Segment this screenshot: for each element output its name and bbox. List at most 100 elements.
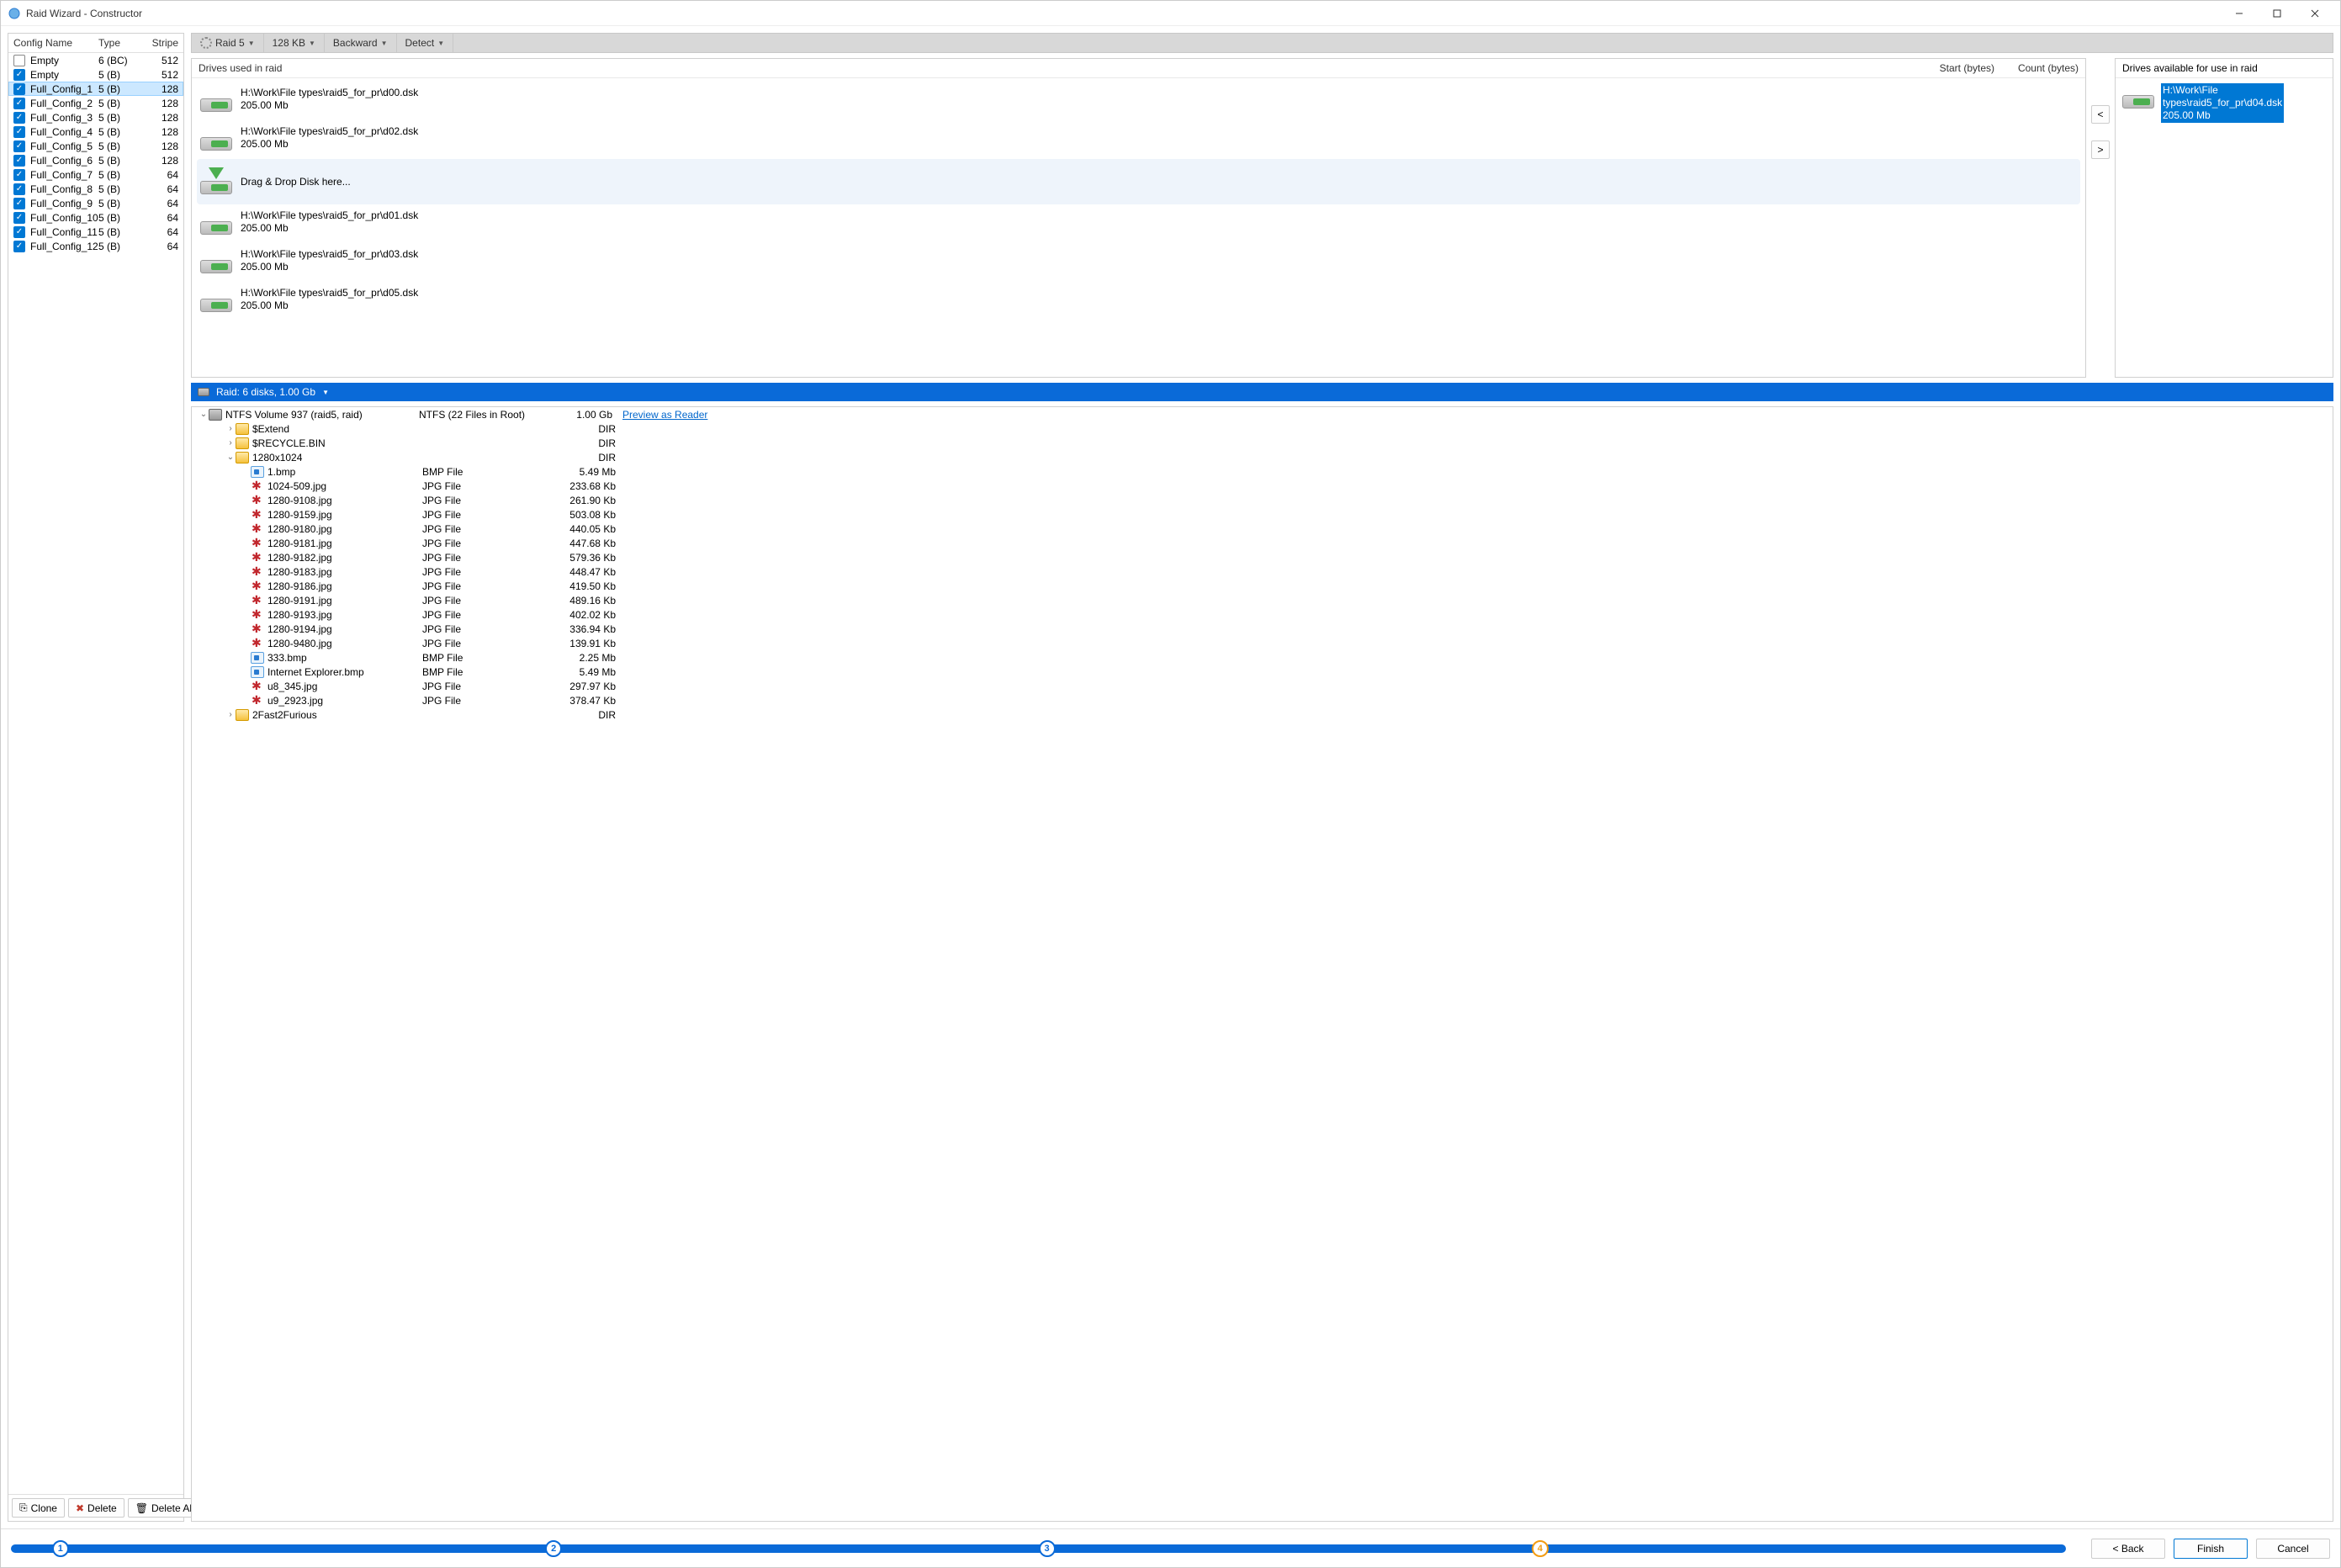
drive-item[interactable]: H:\Work\File types\raid5_for_pr\d00.dsk2… (197, 82, 2080, 120)
step-1-marker[interactable]: 1 (52, 1540, 69, 1557)
config-row[interactable]: Full_Config_12 5 (B) 64 (8, 239, 183, 253)
config-row[interactable]: Full_Config_11 5 (B) 64 (8, 225, 183, 239)
close-button[interactable] (2296, 1, 2333, 26)
expander-icon[interactable]: ⌄ (199, 410, 209, 419)
file-tree-row[interactable]: 1280-9159.jpg JPG File 503.08 Kb (192, 507, 2333, 522)
file-tree-row[interactable]: 1280-9180.jpg JPG File 440.05 Kb (192, 522, 2333, 536)
file-tree-row[interactable]: Internet Explorer.bmp BMP File 5.49 Mb (192, 665, 2333, 679)
file-tree-row[interactable]: 1280-9186.jpg JPG File 419.50 Kb (192, 579, 2333, 593)
volume-root-row[interactable]: ⌄ NTFS Volume 937 (raid5, raid) NTFS (22… (192, 407, 2333, 421)
clone-button[interactable]: ⎘Clone (12, 1498, 65, 1518)
config-row[interactable]: Full_Config_1 5 (B) 128 (8, 82, 183, 96)
file-tree-row[interactable]: 1280-9108.jpg JPG File 261.90 Kb (192, 493, 2333, 507)
direction-dropdown[interactable]: Backward▼ (325, 34, 397, 52)
config-row[interactable]: Empty 6 (BC) 512 (8, 53, 183, 67)
file-tree-row[interactable]: 1024-509.jpg JPG File 233.68 Kb (192, 479, 2333, 493)
config-row[interactable]: Full_Config_7 5 (B) 64 (8, 167, 183, 182)
start-bytes-header[interactable]: Start (bytes) (1915, 62, 1994, 74)
config-row[interactable]: Full_Config_8 5 (B) 64 (8, 182, 183, 196)
step-3-marker[interactable]: 3 (1039, 1540, 1056, 1557)
file-tree-row[interactable]: › $RECYCLE.BIN DIR (192, 436, 2333, 450)
drives-used-list[interactable]: H:\Work\File types\raid5_for_pr\d00.dsk2… (192, 78, 2085, 377)
drive-item[interactable]: H:\Work\File types\raid5_for_pr\d02.dsk2… (197, 120, 2080, 159)
wizard-progress: 1 2 3 4 (11, 1544, 2066, 1553)
drive-item[interactable]: H:\Work\File types\raid5_for_pr\d05.dsk2… (197, 282, 2080, 320)
file-tree-row[interactable]: 1280-9182.jpg JPG File 579.36 Kb (192, 550, 2333, 564)
config-row[interactable]: Empty 5 (B) 512 (8, 67, 183, 82)
count-bytes-header[interactable]: Count (bytes) (1994, 62, 2079, 74)
move-left-button[interactable]: < (2091, 105, 2110, 124)
stripe-dropdown[interactable]: 128 KB▼ (264, 34, 325, 52)
file-tree-row[interactable]: 1280-9181.jpg JPG File 447.68 Kb (192, 536, 2333, 550)
delete-button[interactable]: ✖Delete (68, 1498, 124, 1518)
config-checkbox[interactable] (13, 155, 25, 167)
file-tree[interactable]: ⌄ NTFS Volume 937 (raid5, raid) NTFS (22… (191, 406, 2333, 1522)
file-name: u8_345.jpg (267, 681, 422, 692)
maximize-button[interactable] (2258, 1, 2296, 26)
drive-item[interactable]: H:\Work\File types\raid5_for_pr\d01.dsk2… (197, 204, 2080, 243)
config-header-name[interactable]: Config Name (13, 37, 98, 49)
raid-type-dropdown[interactable]: Raid 5▼ (192, 34, 264, 52)
config-checkbox[interactable] (13, 55, 25, 66)
move-right-button[interactable]: > (2091, 140, 2110, 159)
config-row[interactable]: Full_Config_6 5 (B) 128 (8, 153, 183, 167)
file-tree-row[interactable]: 333.bmp BMP File 2.25 Mb (192, 650, 2333, 665)
file-tree-row[interactable]: 1280-9191.jpg JPG File 489.16 Kb (192, 593, 2333, 607)
jpg-icon (251, 623, 264, 635)
file-tree-row[interactable]: 1280-9183.jpg JPG File 448.47 Kb (192, 564, 2333, 579)
cancel-button[interactable]: Cancel (2256, 1539, 2330, 1559)
config-row[interactable]: Full_Config_2 5 (B) 128 (8, 96, 183, 110)
expander-icon[interactable]: › (225, 438, 236, 448)
file-tree-row[interactable]: u9_2923.jpg JPG File 378.47 Kb (192, 693, 2333, 707)
file-tree-row[interactable]: › 2Fast2Furious DIR (192, 707, 2333, 722)
config-header-type[interactable]: Type (98, 37, 140, 49)
file-tree-row[interactable]: › $Extend DIR (192, 421, 2333, 436)
config-header-stripe[interactable]: Stripe (140, 37, 178, 49)
preview-link[interactable]: Preview as Reader (622, 409, 707, 421)
expander-icon[interactable]: › (225, 424, 236, 433)
config-checkbox[interactable] (13, 198, 25, 209)
config-checkbox[interactable] (13, 112, 25, 124)
file-name: $RECYCLE.BIN (252, 437, 422, 449)
detect-dropdown[interactable]: Detect▼ (397, 34, 454, 52)
raid-summary-bar[interactable]: Raid: 6 disks, 1.00 Gb ▼ (191, 383, 2333, 401)
config-checkbox[interactable] (13, 83, 25, 95)
file-tree-row[interactable]: u8_345.jpg JPG File 297.97 Kb (192, 679, 2333, 693)
config-checkbox[interactable] (13, 212, 25, 224)
file-size: 297.97 Kb (548, 681, 616, 692)
config-row[interactable]: Full_Config_3 5 (B) 128 (8, 110, 183, 124)
config-row[interactable]: Full_Config_9 5 (B) 64 (8, 196, 183, 210)
step-4-marker[interactable]: 4 (1532, 1540, 1549, 1557)
drop-zone[interactable]: Drag & Drop Disk here... (197, 159, 2080, 204)
step-2-marker[interactable]: 2 (545, 1540, 562, 1557)
config-row[interactable]: Full_Config_5 5 (B) 128 (8, 139, 183, 153)
config-checkbox[interactable] (13, 98, 25, 109)
minimize-button[interactable] (2220, 1, 2258, 26)
file-type: JPG File (422, 566, 548, 578)
file-tree-row[interactable]: 1280-9480.jpg JPG File 139.91 Kb (192, 636, 2333, 650)
config-row[interactable]: Full_Config_4 5 (B) 128 (8, 124, 183, 139)
file-name: 333.bmp (267, 652, 422, 664)
config-checkbox[interactable] (13, 169, 25, 181)
file-tree-row[interactable]: ⌄ 1280x1024 DIR (192, 450, 2333, 464)
config-checkbox[interactable] (13, 226, 25, 238)
file-tree-row[interactable]: 1.bmp BMP File 5.49 Mb (192, 464, 2333, 479)
config-row[interactable]: Full_Config_10 5 (B) 64 (8, 210, 183, 225)
chevron-down-icon: ▼ (381, 40, 388, 47)
expander-icon[interactable]: ⌄ (225, 453, 236, 462)
drive-item[interactable]: H:\Work\File types\raid5_for_pr\d03.dsk2… (197, 243, 2080, 282)
back-button[interactable]: < Back (2091, 1539, 2165, 1559)
config-checkbox[interactable] (13, 241, 25, 252)
config-checkbox[interactable] (13, 126, 25, 138)
delete-icon: ✖ (76, 1502, 84, 1514)
file-tree-row[interactable]: 1280-9193.jpg JPG File 402.02 Kb (192, 607, 2333, 622)
config-stripe: 64 (140, 212, 178, 224)
config-checkbox[interactable] (13, 140, 25, 152)
drives-available-list[interactable]: H:\Work\Filetypes\raid5_for_pr\d04.dsk20… (2116, 78, 2333, 377)
config-checkbox[interactable] (13, 183, 25, 195)
available-drive-item[interactable]: H:\Work\Filetypes\raid5_for_pr\d04.dsk20… (2121, 82, 2328, 124)
finish-button[interactable]: Finish (2174, 1539, 2248, 1559)
config-checkbox[interactable] (13, 69, 25, 81)
expander-icon[interactable]: › (225, 710, 236, 719)
file-tree-row[interactable]: 1280-9194.jpg JPG File 336.94 Kb (192, 622, 2333, 636)
